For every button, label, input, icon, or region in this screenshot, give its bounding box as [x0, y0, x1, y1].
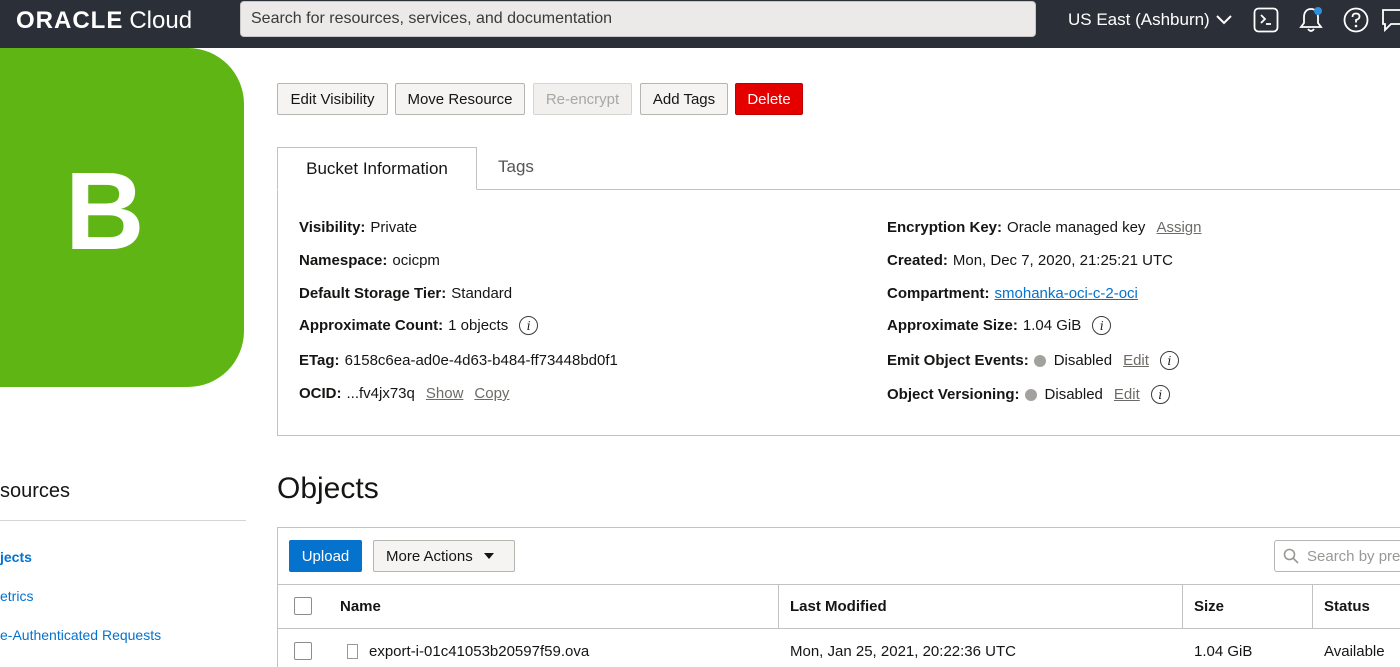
region-selector[interactable]: US East (Ashburn) — [1068, 9, 1232, 31]
column-divider — [1182, 584, 1183, 629]
namespace-row: Namespace: ocicpm — [299, 252, 440, 269]
objects-heading: Objects — [277, 472, 379, 505]
sidebar-item-metrics[interactable]: etrics — [0, 588, 33, 604]
objects-search-placeholder: Search by pre — [1307, 547, 1400, 565]
ocid-copy-link[interactable]: Copy — [474, 385, 509, 402]
chevron-down-icon — [1216, 15, 1232, 25]
created-value: Mon, Dec 7, 2020, 21:25:21 UTC — [952, 252, 1173, 269]
more-actions-button[interactable]: More Actions — [373, 540, 515, 572]
approx-count-label: Approximate Count: — [299, 317, 444, 334]
compartment-label: Compartment: — [887, 285, 990, 302]
feedback-icon[interactable] — [1380, 6, 1400, 34]
approx-count-row: Approximate Count: 1 objects i — [299, 316, 539, 335]
re-encrypt-button[interactable]: Re-encrypt — [533, 83, 632, 115]
bucket-avatar-letter: B — [65, 150, 145, 273]
more-actions-label: More Actions — [386, 547, 473, 565]
oracle-cloud-logo[interactable]: ORACLE Cloud — [16, 6, 192, 36]
emit-events-value: Disabled — [1053, 352, 1113, 369]
compartment-link[interactable]: smohanka-oci-c-2-oci — [995, 285, 1138, 302]
edit-visibility-button[interactable]: Edit Visibility — [277, 83, 388, 115]
versioning-value: Disabled — [1044, 386, 1103, 403]
emit-events-status-dot-icon — [1033, 354, 1046, 367]
tab-bucket-information[interactable]: Bucket Information — [277, 147, 477, 190]
versioning-row: Object Versioning: Disabled Edit i — [887, 385, 1170, 404]
global-search-placeholder: Search for resources, services, and docu… — [251, 10, 613, 27]
region-label: US East (Ashburn) — [1068, 10, 1210, 29]
visibility-value: Private — [370, 219, 418, 236]
encryption-key-value: Oracle managed key — [1007, 219, 1146, 236]
column-divider — [778, 584, 779, 629]
approx-count-value: 1 objects — [448, 317, 509, 334]
object-status: Available — [1324, 643, 1385, 660]
caret-down-icon — [483, 553, 494, 559]
emit-events-row: Emit Object Events: Disabled Edit i — [887, 351, 1179, 370]
delete-button[interactable]: Delete — [735, 83, 803, 115]
namespace-label: Namespace: — [299, 252, 388, 269]
ocid-label: OCID: — [299, 385, 342, 402]
search-icon — [1283, 548, 1299, 564]
encryption-key-label: Encryption Key: — [887, 219, 1003, 236]
cloud-shell-icon[interactable] — [1252, 6, 1280, 34]
encryption-key-row: Encryption Key: Oracle managed key Assig… — [887, 219, 1201, 236]
compartment-row: Compartment: smohanka-oci-c-2-oci — [887, 285, 1138, 302]
approx-size-row: Approximate Size: 1.04 GiB i — [887, 316, 1112, 335]
notifications-bell-icon[interactable] — [1297, 6, 1325, 34]
emit-events-edit-link[interactable]: Edit — [1123, 352, 1149, 369]
approx-size-value: 1.04 GiB — [1022, 317, 1082, 334]
bucket-avatar: B — [0, 48, 244, 387]
top-bar: ORACLE Cloud Search for resources, servi… — [0, 0, 1400, 48]
column-header-last-modified[interactable]: Last Modified — [790, 598, 887, 615]
add-tags-button[interactable]: Add Tags — [640, 83, 728, 115]
emit-events-label: Emit Object Events: — [887, 352, 1029, 369]
column-divider — [1312, 584, 1313, 629]
select-all-checkbox[interactable] — [294, 597, 312, 615]
created-label: Created: — [887, 252, 948, 269]
encryption-assign-link[interactable]: Assign — [1156, 219, 1201, 236]
approx-size-info-icon[interactable]: i — [1092, 316, 1112, 335]
object-last-modified: Mon, Jan 25, 2021, 20:22:36 UTC — [790, 643, 1016, 660]
move-resource-button[interactable]: Move Resource — [395, 83, 525, 115]
ocid-row: OCID: ...fv4jx73q Show Copy — [299, 385, 509, 402]
column-header-name[interactable]: Name — [340, 598, 381, 615]
approx-count-info-icon[interactable]: i — [519, 316, 539, 335]
logo-oracle-text: ORACLE — [16, 7, 124, 34]
tabs-divider — [477, 189, 1400, 190]
sidebar-item-pre-authenticated-requests[interactable]: e-Authenticated Requests — [0, 627, 161, 643]
column-header-size[interactable]: Size — [1194, 598, 1224, 615]
column-header-status[interactable]: Status — [1324, 598, 1370, 615]
ocid-value: ...fv4jx73q — [346, 385, 415, 402]
etag-value: 6158c6ea-ad0e-4d63-b484-ff73448bd0f1 — [344, 352, 618, 369]
logo-cloud-text: Cloud — [129, 7, 193, 34]
etag-label: ETag: — [299, 352, 340, 369]
file-icon — [347, 644, 358, 659]
resources-heading: sources — [0, 480, 71, 502]
storage-tier-label: Default Storage Tier: — [299, 285, 447, 302]
approx-size-label: Approximate Size: — [887, 317, 1018, 334]
versioning-label: Object Versioning: — [887, 386, 1020, 403]
global-search-input[interactable]: Search for resources, services, and docu… — [240, 1, 1036, 37]
tab-tags[interactable]: Tags — [498, 157, 534, 177]
versioning-info-icon[interactable]: i — [1150, 385, 1170, 404]
objects-search-input[interactable]: Search by pre — [1274, 540, 1400, 572]
visibility-row: Visibility: Private — [299, 219, 417, 236]
emit-events-info-icon[interactable]: i — [1159, 351, 1179, 370]
etag-row: ETag: 6158c6ea-ad0e-4d63-b484-ff73448bd0… — [299, 352, 618, 369]
row-checkbox[interactable] — [294, 642, 312, 660]
object-name-link[interactable]: export-i-01c41053b20597f59.ova — [369, 643, 589, 660]
versioning-edit-link[interactable]: Edit — [1114, 386, 1140, 403]
sidebar-item-objects[interactable]: jects — [0, 549, 32, 565]
storage-tier-row: Default Storage Tier: Standard — [299, 285, 512, 302]
resources-divider — [0, 520, 246, 521]
ocid-show-link[interactable]: Show — [426, 385, 464, 402]
namespace-value: ocicpm — [392, 252, 440, 269]
object-size: 1.04 GiB — [1194, 643, 1253, 660]
upload-button[interactable]: Upload — [289, 540, 362, 572]
versioning-status-dot-icon — [1024, 388, 1037, 401]
storage-tier-value: Standard — [451, 285, 513, 302]
visibility-label: Visibility: — [299, 219, 366, 236]
help-icon[interactable] — [1342, 6, 1370, 34]
created-row: Created: Mon, Dec 7, 2020, 21:25:21 UTC — [887, 252, 1173, 269]
